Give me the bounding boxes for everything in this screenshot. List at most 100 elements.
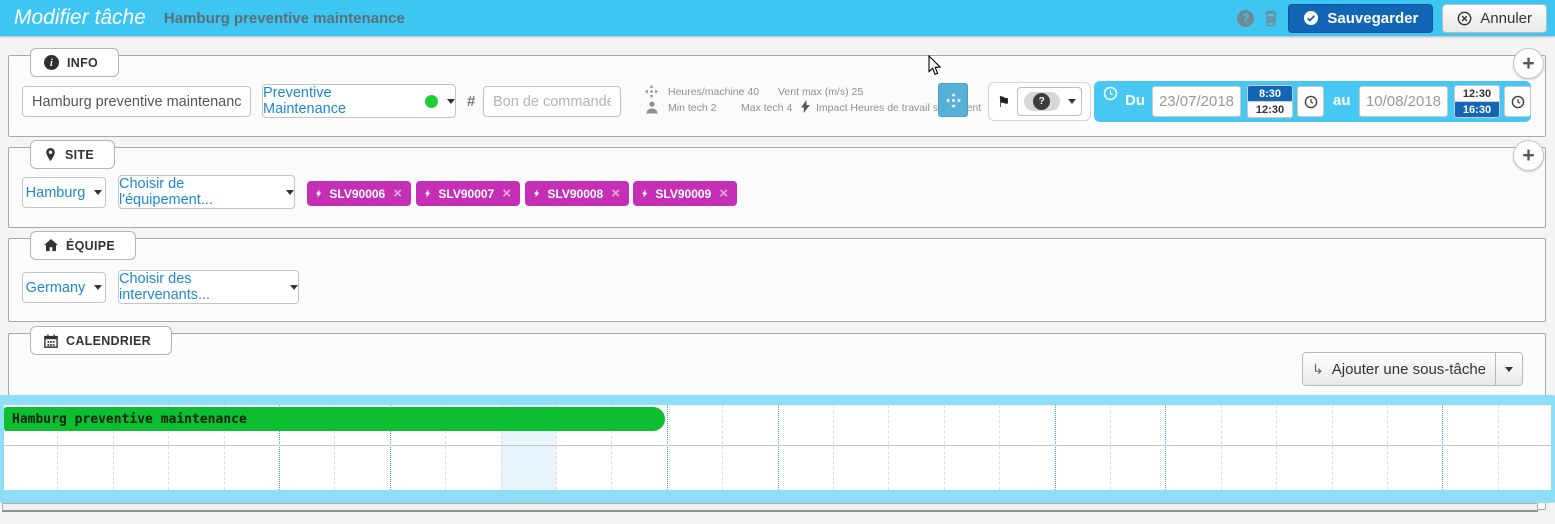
equipment-tag[interactable]: SLV90008 × <box>525 181 629 206</box>
site-add-button[interactable]: + <box>1513 140 1544 171</box>
add-subtask-menu-button[interactable] <box>1495 353 1522 385</box>
lightning-icon <box>534 187 539 200</box>
crosshair-button[interactable] <box>938 83 968 117</box>
day-gridline <box>1387 405 1388 490</box>
info-add-button[interactable]: + <box>1513 48 1544 79</box>
weekend-gridline <box>1442 405 1443 490</box>
check-circle-icon <box>1303 10 1319 26</box>
from-time-stack: 8:30 12:30 <box>1247 85 1293 118</box>
equipment-tag[interactable]: SLV90009 × <box>633 181 737 206</box>
day-gridline <box>944 405 945 490</box>
subtask-arrow-icon: ↳ <box>1312 361 1324 378</box>
to-start-time[interactable]: 12:30 <box>1455 86 1499 101</box>
tab-equipe-label: ÉQUIPE <box>66 239 115 253</box>
cancel-button[interactable]: Annuler <box>1442 4 1547 33</box>
priority-dropdown[interactable]: ? <box>1017 87 1082 116</box>
weekend-gridline <box>1165 405 1166 490</box>
team-dropdown-label: Germany <box>26 280 86 296</box>
cancel-circle-icon <box>1457 11 1472 26</box>
day-gridline <box>1276 405 1277 490</box>
remove-tag-icon[interactable]: × <box>719 186 728 201</box>
equipment-tag[interactable]: SLV90007 × <box>416 181 520 206</box>
to-time-picker-button[interactable] <box>1504 86 1531 117</box>
site-dropdown[interactable]: Hamburg <box>22 177 106 208</box>
task-type-label: Preventive Maintenance <box>263 85 416 117</box>
chevron-down-icon <box>286 190 294 195</box>
weekend-gridline <box>1055 405 1056 490</box>
priority-unknown-badge: ? <box>1033 93 1050 110</box>
save-button[interactable]: Sauvegarder <box>1288 4 1433 33</box>
equipment-dropdown-label: Choisir de l'équipement... <box>119 176 277 208</box>
trash-icon[interactable] <box>1263 9 1279 27</box>
gantt-row-separator <box>4 445 1551 446</box>
lightning-icon <box>316 187 321 200</box>
equipment-tag-label: SLV90009 <box>655 187 711 201</box>
members-dropdown[interactable]: Choisir des intervenants... <box>118 270 299 304</box>
calendar-icon <box>44 334 58 348</box>
weekend-gridline <box>667 405 668 490</box>
horizontal-scrollbar[interactable] <box>2 503 1538 512</box>
cancel-button-label: Annuler <box>1480 10 1532 27</box>
day-gridline <box>1221 405 1222 490</box>
modify-task-window: Modifier tâche Hamburg preventive mainte… <box>0 0 1555 524</box>
order-hash-label: # <box>467 93 475 110</box>
chevron-down-icon <box>94 190 102 195</box>
header-actions: ? Sauvegarder Annuler <box>1237 0 1547 36</box>
day-gridline <box>833 405 834 490</box>
save-button-label: Sauvegarder <box>1327 10 1418 27</box>
tab-info: i INFO <box>30 48 119 77</box>
add-subtask-label: Ajouter une sous-tâche <box>1332 361 1486 378</box>
lightning-icon <box>425 187 430 200</box>
equipment-tag[interactable]: SLV90006 × <box>307 181 411 206</box>
to-date-input[interactable] <box>1359 86 1448 117</box>
priority-group: ⚑ ? <box>988 82 1091 121</box>
add-subtask-button[interactable]: ↳ Ajouter une sous-tâche <box>1303 353 1495 385</box>
tab-info-label: INFO <box>67 56 98 70</box>
tab-site-label: SITE <box>65 148 94 162</box>
from-label: Du <box>1125 92 1145 109</box>
equipment-tag-label: SLV90006 <box>329 187 385 201</box>
gantt-task-bar-label: Hamburg preventive maintenance <box>4 412 247 427</box>
remove-tag-icon[interactable]: × <box>393 186 402 201</box>
task-name-heading: Hamburg preventive maintenance <box>164 10 405 27</box>
tab-site: SITE <box>30 140 115 169</box>
help-icon[interactable]: ? <box>1237 10 1254 27</box>
task-name-input[interactable] <box>22 86 251 117</box>
from-date-input[interactable] <box>1152 86 1241 117</box>
home-icon <box>44 239 58 252</box>
max-tech-label: Max tech 4 <box>741 102 792 114</box>
gantt-rows: Hamburg preventive maintenance <box>4 405 1551 490</box>
equipment-dropdown[interactable]: Choisir de l'équipement... <box>118 175 295 209</box>
equipment-tag-label: SLV90008 <box>547 187 603 201</box>
status-dot-icon <box>425 95 438 108</box>
chevron-down-icon <box>1068 99 1076 104</box>
to-end-time[interactable]: 16:30 <box>1455 102 1499 117</box>
day-gridline <box>1110 405 1111 490</box>
remove-tag-icon[interactable]: × <box>502 186 511 201</box>
equipment-tag-label: SLV90007 <box>438 187 494 201</box>
tab-calendrier: CALENDRIER <box>30 326 172 355</box>
lightning-icon <box>801 100 810 116</box>
to-label: au <box>1333 92 1351 109</box>
team-dropdown[interactable]: Germany <box>22 272 106 303</box>
gantt-task-bar[interactable]: Hamburg preventive maintenance <box>4 407 665 431</box>
clock-icon <box>1103 86 1118 101</box>
page-title: Modifier tâche <box>14 6 146 30</box>
remove-tag-icon[interactable]: × <box>611 186 620 201</box>
from-time-picker-button[interactable] <box>1297 86 1324 117</box>
weekend-gridline <box>778 405 779 490</box>
header-bar: Modifier tâche Hamburg preventive mainte… <box>0 0 1555 36</box>
chevron-down-icon <box>447 99 455 104</box>
add-subtask-split-button: ↳ Ajouter une sous-tâche <box>1302 352 1523 386</box>
to-time-stack: 12:30 16:30 <box>1454 85 1500 118</box>
order-number-input[interactable] <box>483 86 621 117</box>
from-start-time[interactable]: 8:30 <box>1248 86 1292 101</box>
min-tech-label: Min tech 2 <box>668 102 716 114</box>
location-pin-icon <box>44 147 57 162</box>
day-gridline <box>888 405 889 490</box>
day-gridline <box>1332 405 1333 490</box>
members-dropdown-label: Choisir des intervenants... <box>119 271 281 303</box>
task-type-dropdown[interactable]: Preventive Maintenance <box>262 84 456 118</box>
day-gridline <box>999 405 1000 490</box>
from-end-time[interactable]: 12:30 <box>1248 102 1292 117</box>
